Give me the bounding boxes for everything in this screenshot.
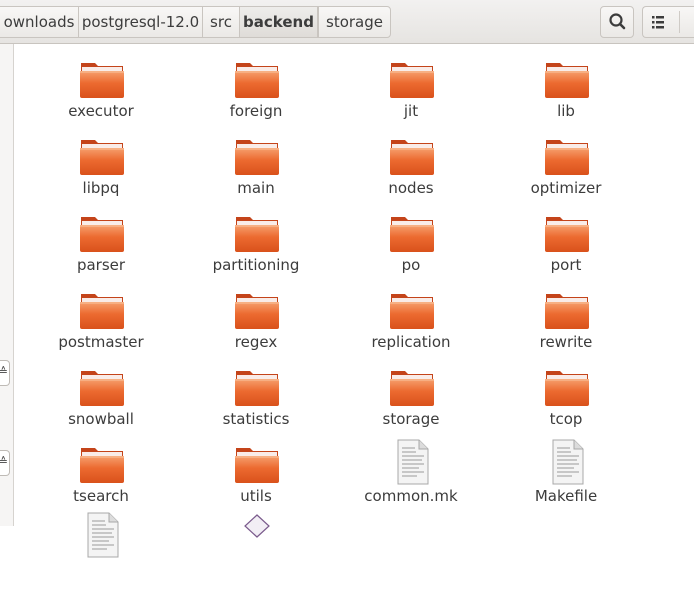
folder-item[interactable]: regex xyxy=(186,287,326,364)
item-label: optimizer xyxy=(530,179,602,197)
folder-icon xyxy=(544,213,590,253)
folder-icon xyxy=(234,367,280,407)
item-label: executor xyxy=(68,102,134,120)
breadcrumb-storage[interactable]: storage xyxy=(318,6,391,38)
folder-icon xyxy=(544,290,590,330)
eject-icon: ≙ xyxy=(0,365,8,378)
folder-icon xyxy=(234,290,280,330)
folder-icon xyxy=(234,213,280,253)
text-file-icon xyxy=(79,512,125,558)
folder-item[interactable]: optimizer xyxy=(496,133,636,210)
folder-icon xyxy=(79,136,125,176)
folder-item[interactable]: tcop xyxy=(496,364,636,441)
folder-item[interactable]: lib xyxy=(496,56,636,133)
folder-item[interactable]: statistics xyxy=(186,364,326,441)
text-file-icon xyxy=(389,439,435,485)
folder-item[interactable]: po xyxy=(341,210,481,287)
item-label: partitioning xyxy=(212,256,300,274)
sidebar-eject-button[interactable]: ≙ xyxy=(0,360,10,386)
folder-item[interactable]: snowball xyxy=(31,364,171,441)
item-label: jit xyxy=(403,102,419,120)
folder-item[interactable]: parser xyxy=(31,210,171,287)
search-icon xyxy=(609,13,626,30)
list-view-icon xyxy=(652,16,664,29)
folder-item[interactable]: executor xyxy=(31,56,171,133)
folder-icon xyxy=(389,136,435,176)
item-label: po xyxy=(401,256,421,274)
folder-icon xyxy=(389,290,435,330)
item-label: rewrite xyxy=(539,333,593,351)
folder-icon xyxy=(79,59,125,99)
breadcrumb-src[interactable]: src xyxy=(203,6,240,38)
folder-icon xyxy=(544,136,590,176)
folder-icon xyxy=(389,367,435,407)
folder-item[interactable]: rewrite xyxy=(496,287,636,364)
item-label: tcop xyxy=(549,410,583,428)
item-label: regex xyxy=(234,333,278,351)
item-label: port xyxy=(550,256,582,274)
folder-item[interactable]: replication xyxy=(341,287,481,364)
folder-icon xyxy=(544,367,590,407)
item-label: main xyxy=(237,179,275,197)
item-label: tsearch xyxy=(73,487,129,505)
search-button[interactable] xyxy=(600,6,634,38)
folder-icon xyxy=(389,59,435,99)
item-label: common.mk xyxy=(364,487,458,505)
divider xyxy=(679,11,680,33)
item-label: nodes xyxy=(388,179,434,197)
sidebar: ≙ ≙ xyxy=(0,44,14,526)
header-bar: ownloads postgresql-12.0 src backend sto… xyxy=(0,0,694,44)
item-label: snowball xyxy=(68,410,134,428)
folder-icon xyxy=(79,213,125,253)
breadcrumb-backend[interactable]: backend xyxy=(240,6,318,38)
item-label: postmaster xyxy=(58,333,144,351)
sidebar-eject-button[interactable]: ≙ xyxy=(0,450,10,476)
eject-icon: ≙ xyxy=(0,455,8,468)
item-label: parser xyxy=(76,256,126,274)
folder-item[interactable]: postmaster xyxy=(31,287,171,364)
file-icon xyxy=(234,512,280,552)
folder-item[interactable]: partitioning xyxy=(186,210,326,287)
folder-icon xyxy=(544,59,590,99)
item-label: foreign xyxy=(229,102,283,120)
file-item[interactable]: Makefile xyxy=(496,439,636,518)
breadcrumb-postgresql[interactable]: postgresql-12.0 xyxy=(79,6,203,38)
folder-icon xyxy=(234,444,280,484)
folder-item[interactable]: jit xyxy=(341,56,481,133)
item-label: replication xyxy=(371,333,451,351)
item-label: libpq xyxy=(82,179,120,197)
folder-item[interactable]: port xyxy=(496,210,636,287)
folder-item[interactable]: tsearch xyxy=(31,441,171,518)
folder-icon xyxy=(79,444,125,484)
folder-item[interactable]: main xyxy=(186,133,326,210)
item-label: statistics xyxy=(222,410,290,428)
text-file-icon xyxy=(544,439,590,485)
item-label: utils xyxy=(240,487,272,505)
file-item[interactable]: common.mk xyxy=(341,439,481,518)
item-label: Makefile xyxy=(534,487,598,505)
item-label: lib xyxy=(557,102,575,120)
folder-icon xyxy=(79,367,125,407)
folder-icon xyxy=(79,290,125,330)
view-toggle-button[interactable] xyxy=(642,6,694,38)
folder-icon xyxy=(389,213,435,253)
folder-item[interactable]: utils xyxy=(186,441,326,518)
folder-icon xyxy=(234,136,280,176)
folder-item[interactable]: storage xyxy=(341,364,481,441)
folder-item[interactable]: nodes xyxy=(341,133,481,210)
folder-item[interactable]: foreign xyxy=(186,56,326,133)
breadcrumb-downloads[interactable]: ownloads xyxy=(0,6,79,38)
folder-icon xyxy=(234,59,280,99)
item-label: storage xyxy=(382,410,440,428)
folder-item[interactable]: libpq xyxy=(31,133,171,210)
